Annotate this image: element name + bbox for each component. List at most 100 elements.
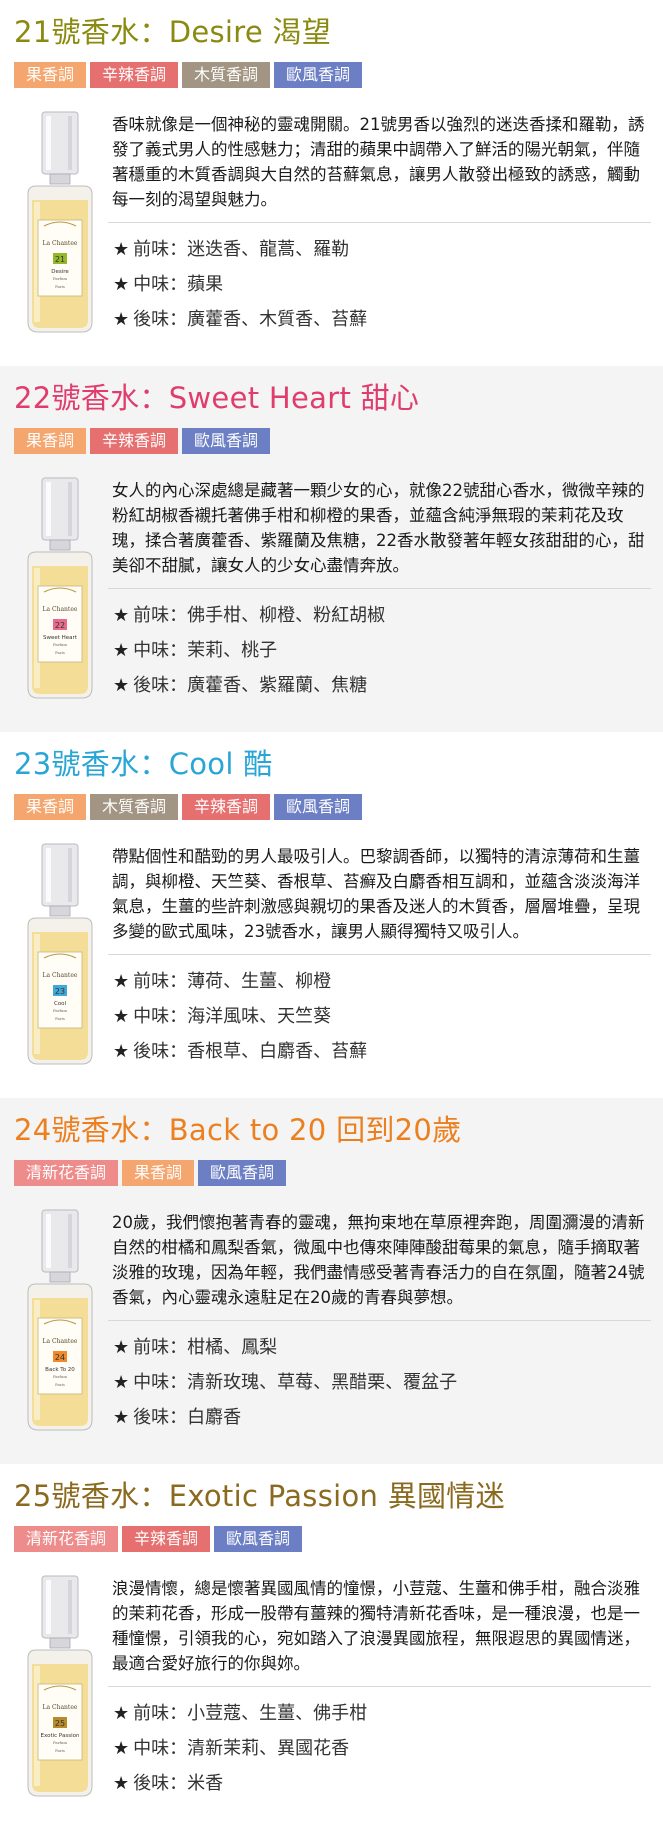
bottle-city-text: Paris — [55, 650, 65, 655]
scent-tag: 果香調 — [122, 1160, 195, 1186]
divider — [108, 954, 651, 955]
bottle-number-text: 23 — [55, 987, 65, 996]
scent-note-row: ★ 前味：薄荷、生薑、柳橙 — [113, 964, 367, 999]
bottle-brand-text: La Chantee — [43, 606, 78, 613]
bottle-name-text: Cool — [54, 1001, 67, 1007]
bottle-sub-text: Parfum — [53, 1374, 67, 1379]
perfume-bottle-image: La Chantee 24 Back To 20 Parfum Paris — [27, 1209, 93, 1431]
scent-note-row: ★ 中味：清新茉莉、異國花香 — [113, 1731, 367, 1766]
bottle-city-text: Paris — [55, 1748, 65, 1753]
star-icon: ★ — [113, 274, 130, 295]
perfume-title: 24號香水：Back to 20 回到20歲 — [14, 1113, 462, 1147]
bottle-number-text: 21 — [55, 255, 65, 264]
scent-tag: 歐風香調 — [214, 1526, 303, 1552]
bottle-brand-text: La Chantee — [43, 240, 78, 247]
scent-tag: 辛辣香調 — [182, 794, 271, 820]
scent-note-text: 前味：小荳蔻、生薑、佛手柑 — [133, 1703, 368, 1724]
star-icon: ★ — [113, 1738, 130, 1759]
scent-notes: ★ 前味：迷迭香、龍蒿、羅勒 ★ 中味：蘋果 ★ 後味：廣藿香、木質香、苔蘚 — [113, 232, 367, 337]
scent-tag: 歐風香調 — [198, 1160, 287, 1186]
scent-tag: 果香調 — [14, 62, 87, 88]
scent-note-row: ★ 中味：茉莉、桃子 — [113, 633, 385, 668]
perfume-description: 浪漫情懷，總是懷著異國風情的憧憬，小荳蔻、生薑和佛手柑，融合淡雅的茉莉花香，形成… — [112, 1579, 640, 1673]
star-icon: ★ — [113, 1006, 130, 1027]
scent-notes: ★ 前味：薄荷、生薑、柳橙 ★ 中味：海洋風味、天竺葵 ★ 後味：香根草、白麝香、苔蘚 — [113, 964, 367, 1069]
divider — [108, 222, 651, 223]
perfume-section: 23號香水：Cool 酷 果香調 木質香調 辛辣香調 歐風香調 La Chantee … — [0, 732, 663, 1098]
star-icon: ★ — [113, 1372, 130, 1393]
scent-note-row: ★ 後味：香根草、白麝香、苔蘚 — [113, 1034, 367, 1069]
star-icon: ★ — [113, 640, 130, 661]
scent-note-row: ★ 後味：廣藿香、木質香、苔蘚 — [113, 302, 367, 337]
scent-tag: 清新花香調 — [14, 1526, 119, 1552]
perfume-catalog: 21號香水：Desire 渴望 果香調 辛辣香調 木質香調 歐風香調 La Chant… — [0, 0, 663, 1830]
scent-tag: 辛辣香調 — [90, 428, 179, 454]
star-icon: ★ — [113, 675, 130, 696]
scent-note-row: ★ 後味：米香 — [113, 1766, 367, 1801]
scent-note-text: 後味：香根草、白麝香、苔蘚 — [133, 1041, 368, 1062]
scent-tag: 辛辣香調 — [122, 1526, 211, 1552]
bottle-city-text: Paris — [55, 1016, 65, 1021]
perfume-bottle-image: La Chantee 25 Exotic Passion Parfum Pari… — [27, 1575, 93, 1797]
bottle-sub-text: Parfum — [53, 276, 67, 281]
perfume-section: 22號香水：Sweet Heart 甜心 果香調 辛辣香調 歐風香調 La Chan… — [0, 366, 663, 732]
star-icon: ★ — [113, 1407, 130, 1428]
star-icon: ★ — [113, 605, 130, 626]
bottle-brand-text: La Chantee — [43, 1704, 78, 1711]
scent-note-text: 中味：蘋果 — [133, 274, 224, 295]
scent-tag: 歐風香調 — [182, 428, 271, 454]
scent-tags: 果香調 木質香調 辛辣香調 歐風香調 — [14, 794, 363, 820]
scent-tag: 歐風香調 — [274, 62, 363, 88]
bottle-number-text: 22 — [55, 621, 65, 630]
scent-note-text: 前味：迷迭香、龍蒿、羅勒 — [133, 239, 350, 260]
bottle-number-text: 25 — [55, 1719, 65, 1728]
scent-note-text: 中味：海洋風味、天竺葵 — [133, 1006, 332, 1027]
perfume-section: 24號香水：Back to 20 回到20歲 清新花香調 果香調 歐風香調 La C… — [0, 1098, 663, 1464]
bottle-brand-text: La Chantee — [43, 972, 78, 979]
perfume-title: 21號香水：Desire 渴望 — [14, 15, 332, 49]
bottle-name-text: Sweet Heart — [43, 635, 78, 641]
bottle-name-text: Back To 20 — [45, 1367, 75, 1373]
perfume-bottle-image: La Chantee 21 Desire Parfum Paris — [27, 111, 93, 333]
perfume-description: 女人的內心深處總是藏著一顆少女的心，就像22號甜心香水，微微辛辣的粉紅胡椒香襯托… — [112, 481, 645, 575]
bottle-city-text: Paris — [55, 1382, 65, 1387]
bottle-name-text: Desire — [51, 269, 69, 275]
scent-note-text: 中味：清新玫瑰、草莓、黑醋栗、覆盆子 — [133, 1372, 458, 1393]
bottle-number-text: 24 — [55, 1353, 65, 1362]
perfume-bottle-image: La Chantee 22 Sweet Heart Parfum Paris — [27, 477, 93, 699]
scent-tags: 清新花香調 果香調 歐風香調 — [14, 1160, 287, 1186]
scent-tags: 清新花香調 辛辣香調 歐風香調 — [14, 1526, 303, 1552]
scent-note-row: ★ 前味：小荳蔻、生薑、佛手柑 — [113, 1696, 367, 1731]
star-icon: ★ — [113, 309, 130, 330]
scent-note-row: ★ 中味：清新玫瑰、草莓、黑醋栗、覆盆子 — [113, 1365, 457, 1400]
scent-tag: 辛辣香調 — [90, 62, 179, 88]
divider — [108, 1686, 651, 1687]
perfume-description: 帶點個性和酷勁的男人最吸引人。巴黎調香師，以獨特的清涼薄荷和生薑調，與柳橙、天竺… — [112, 847, 640, 941]
scent-note-row: ★ 後味：廣藿香、紫羅蘭、焦糖 — [113, 668, 385, 703]
scent-note-row: ★ 前味：迷迭香、龍蒿、羅勒 — [113, 232, 367, 267]
bottle-name-text: Exotic Passion — [41, 1733, 80, 1739]
scent-tag: 果香調 — [14, 794, 87, 820]
star-icon: ★ — [113, 1773, 130, 1794]
scent-note-row: ★ 中味：蘋果 — [113, 267, 367, 302]
scent-notes: ★ 前味：佛手柑、柳橙、粉紅胡椒 ★ 中味：茉莉、桃子 ★ 後味：廣藿香、紫羅蘭、焦糖 — [113, 598, 385, 703]
scent-notes: ★ 前味：小荳蔻、生薑、佛手柑 ★ 中味：清新茉莉、異國花香 ★ 後味：米香 — [113, 1696, 367, 1801]
scent-note-text: 前味：佛手柑、柳橙、粉紅胡椒 — [133, 605, 386, 626]
scent-tag: 清新花香調 — [14, 1160, 119, 1186]
scent-tag: 木質香調 — [90, 794, 179, 820]
scent-note-text: 後味：廣藿香、紫羅蘭、焦糖 — [133, 675, 368, 696]
scent-notes: ★ 前味：柑橘、鳳梨 ★ 中味：清新玫瑰、草莓、黑醋栗、覆盆子 ★ 後味：白麝香 — [113, 1330, 457, 1435]
perfume-section: 25號香水：Exotic Passion 異國情迷 清新花香調 辛辣香調 歐風香調 … — [0, 1464, 663, 1830]
bottle-sub-text: Parfum — [53, 642, 67, 647]
bottle-sub-text: Parfum — [53, 1740, 67, 1745]
scent-note-row: ★ 前味：佛手柑、柳橙、粉紅胡椒 — [113, 598, 385, 633]
perfume-description: 20歲，我們懷抱著青春的靈魂，無拘束地在草原裡奔跑，周圍瀰漫的清新自然的柑橘和鳳… — [112, 1213, 645, 1307]
bottle-city-text: Paris — [55, 284, 65, 289]
star-icon: ★ — [113, 239, 130, 260]
scent-note-text: 後味：廣藿香、木質香、苔蘚 — [133, 309, 368, 330]
scent-tags: 果香調 辛辣香調 歐風香調 — [14, 428, 271, 454]
scent-tag: 果香調 — [14, 428, 87, 454]
perfume-title: 25號香水：Exotic Passion 異國情迷 — [14, 1479, 505, 1513]
perfume-bottle-image: La Chantee 23 Cool Parfum Paris — [27, 843, 93, 1065]
star-icon: ★ — [113, 1041, 130, 1062]
